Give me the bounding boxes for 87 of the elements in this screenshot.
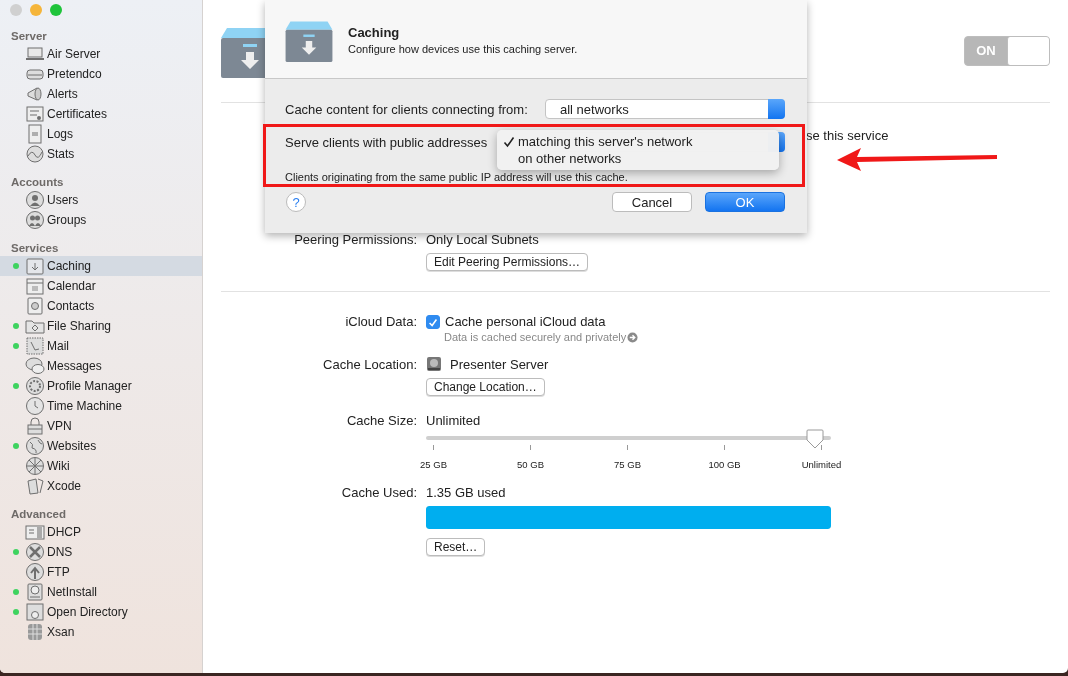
sidebar-item[interactable]: Time Machine [0, 396, 202, 416]
graph-icon [25, 144, 45, 164]
field-label: Cache Used: [341, 485, 417, 500]
sidebar-item[interactable]: Wiki [0, 456, 202, 476]
person-icon [25, 190, 45, 210]
sidebar-item[interactable]: Groups [0, 210, 202, 230]
sidebar-item[interactable]: Stats [0, 144, 202, 164]
help-button[interactable]: ? [286, 192, 306, 212]
sidebar-item[interactable]: Open Directory [0, 602, 202, 622]
edit-peering-button[interactable]: Edit Peering Permissions… [426, 253, 589, 271]
menu-item[interactable]: on other networks [497, 150, 779, 167]
contact-card-icon [25, 296, 45, 316]
sidebar-item[interactable]: File Sharing [0, 316, 202, 336]
drive-icon [25, 582, 45, 602]
sidebar-item[interactable]: Profile Manager [0, 376, 202, 396]
sidebar-item[interactable]: Caching [0, 256, 202, 276]
download-box-icon [285, 20, 333, 62]
sidebar-item[interactable]: Calendar [0, 276, 202, 296]
access-description: se this service [806, 128, 890, 144]
download-box-icon [25, 256, 45, 276]
zoom-button[interactable] [50, 4, 62, 16]
field-value: Only Local Subnets [426, 232, 540, 247]
sidebar-item[interactable]: NetInstall [0, 582, 202, 602]
sidebar-item[interactable]: Pretendco [0, 64, 202, 84]
slider-thumb[interactable] [806, 429, 824, 449]
menu-item[interactable]: matching this server's network [497, 133, 779, 150]
help-text: Data is cached securely and privately [444, 330, 627, 344]
tick-label: 75 GB [614, 459, 641, 470]
sidebar-item[interactable]: Xcode [0, 476, 202, 496]
cube-grid-icon [25, 622, 45, 642]
panel-icon [25, 522, 45, 542]
checkbox[interactable] [426, 315, 440, 329]
sidebar-section-header: Services [10, 241, 60, 256]
field-label: iCloud Data: [345, 314, 417, 330]
field-label: Serve clients with public addresses [285, 134, 488, 150]
dialog-subtitle: Configure how devices use this caching server. [348, 43, 578, 55]
dialog-button[interactable]: Cancel [612, 192, 692, 212]
tick-label: 50 GB [517, 459, 544, 470]
sidebar-section-header: Server [10, 29, 48, 44]
upload-icon [25, 562, 45, 582]
sidebar-item[interactable]: VPN [0, 416, 202, 436]
reset-button[interactable]: Reset… [426, 538, 486, 556]
certificate-icon [25, 104, 45, 124]
field-value: Presenter Server [450, 356, 549, 372]
speech-bubbles-icon [25, 356, 45, 376]
sidebar-item[interactable]: Air Server [0, 44, 202, 64]
field-label: Peering Permissions: [294, 232, 417, 247]
popup-button[interactable]: all networks [545, 99, 785, 119]
lock-icon [25, 416, 45, 436]
sidebar-item[interactable]: Contacts [0, 296, 202, 316]
calendar-icon [25, 276, 45, 296]
sidebar-item[interactable]: DHCP [0, 522, 202, 542]
sidebar-item[interactable]: Xsan [0, 622, 202, 642]
sidebar-section-header: Accounts [10, 175, 65, 190]
sidebar-item[interactable]: Logs [0, 124, 202, 144]
checkbox-label: Cache personal iCloud data [445, 314, 606, 330]
change-location-button[interactable]: Change Location… [426, 378, 545, 396]
hard-drive-icon [426, 356, 442, 372]
field-label: Cache content for clients connecting from: [285, 101, 528, 117]
tick-label: Unlimited [801, 459, 842, 470]
tick-label: 100 GB [708, 459, 741, 470]
help-text: Clients originating from the same public IP address will use this cache. [285, 171, 629, 184]
tick-label: 25 GB [420, 459, 447, 470]
sidebar-section-header: Advanced [10, 507, 67, 522]
close-button[interactable] [10, 4, 22, 16]
globe-icon [25, 436, 45, 456]
field-label: Cache Location: [323, 356, 417, 372]
sidebar-item[interactable]: FTP [0, 562, 202, 582]
people-icon [25, 210, 45, 230]
arrow-circle-icon[interactable] [627, 331, 639, 343]
sidebar-item[interactable]: Certificates [0, 104, 202, 124]
sidebar-item[interactable]: Messages [0, 356, 202, 376]
clock-icon [25, 396, 45, 416]
field-label: Cache Size: [346, 413, 417, 428]
sidebar-item[interactable]: Alerts [0, 84, 202, 104]
field-value: Unlimited [426, 413, 482, 428]
sidebar-item[interactable]: Users [0, 190, 202, 210]
dialog-title: Caching [348, 25, 401, 40]
sidebar-item[interactable]: DNS [0, 542, 202, 562]
megaphone-icon [25, 84, 45, 104]
document-icon [25, 124, 45, 144]
sidebar-item[interactable]: Websites [0, 436, 202, 456]
cache-size-slider[interactable] [426, 429, 831, 449]
wheel-icon [25, 456, 45, 476]
sidebar-item[interactable]: Mail [0, 336, 202, 356]
minimize-button[interactable] [30, 4, 42, 16]
field-value: 1.35 GB used [426, 485, 507, 500]
